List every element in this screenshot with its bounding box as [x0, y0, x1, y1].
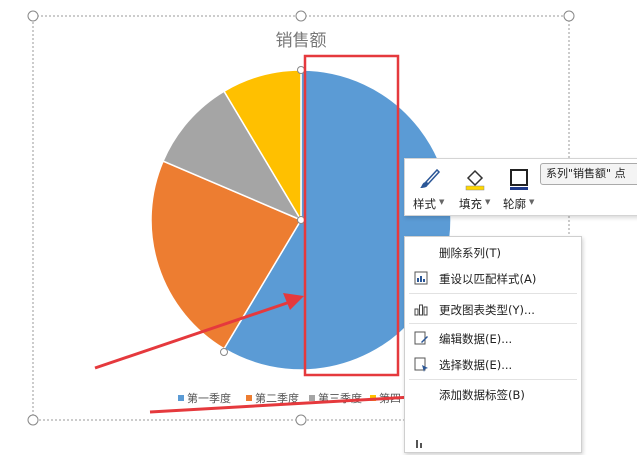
menu-item-label: 重设以匹配样式(A) — [439, 272, 537, 286]
menu-separator — [409, 323, 577, 324]
resize-handle-tm[interactable] — [295, 10, 307, 22]
select-data-icon — [414, 357, 428, 372]
menu-item-label: 更改图表类型(Y)... — [439, 303, 535, 317]
menu-separator — [409, 379, 577, 380]
fill-button[interactable]: 填充 ▼ — [453, 161, 493, 211]
screenshot-stage: 销售额 第一季度第二季度第三季度第四 样式 ▼ — [0, 0, 637, 453]
style-button[interactable]: 样式 ▼ — [407, 161, 447, 211]
chart-icon — [416, 440, 422, 448]
menu-item-edit-data[interactable]: 编辑数据(E)... — [405, 325, 581, 351]
menu-item-change-chart-type[interactable]: 更改图表类型(Y)... — [405, 296, 581, 322]
menu-item-label: 删除系列(T) — [439, 246, 501, 260]
menu-item-reset-style[interactable]: 重设以匹配样式(A) — [405, 265, 581, 291]
menu-item-label: 选择数据(E)... — [439, 358, 513, 372]
chevron-down-icon: ▼ — [485, 198, 491, 206]
resize-handle-bm[interactable] — [295, 414, 307, 426]
edit-data-icon — [414, 331, 428, 345]
outline-label: 轮廓 — [503, 197, 526, 211]
chevron-down-icon: ▼ — [439, 198, 445, 206]
outline-button[interactable]: 轮廓 ▼ — [497, 161, 537, 211]
chart-type-icon — [414, 304, 428, 316]
legend-swatch-2 — [246, 395, 252, 401]
style-label: 样式 — [413, 197, 436, 211]
series-selector-dropdown[interactable]: 系列"销售额" 点 — [540, 163, 637, 185]
resize-handle-tr[interactable] — [563, 10, 575, 22]
point-handle-top[interactable] — [297, 66, 305, 74]
resize-handle-tl[interactable] — [27, 10, 39, 22]
menu-item-label: 编辑数据(E)... — [439, 332, 513, 346]
paintbrush-icon — [420, 168, 441, 188]
legend-label-1[interactable]: 第一季度 — [187, 391, 231, 405]
menu-item-select-data[interactable]: 选择数据(E)... — [405, 351, 581, 377]
shape-outline-icon — [510, 169, 528, 190]
reset-style-icon — [414, 271, 428, 285]
context-menu: 删除系列(T) 重设以匹配样式(A) 更改图表类型(Y)... 编辑数据(E).… — [404, 236, 582, 453]
paint-bucket-icon — [465, 169, 485, 191]
menu-item-label: 添加数据标签(B) — [439, 388, 525, 402]
menu-item-partial[interactable] — [405, 429, 581, 455]
fill-label: 填充 — [459, 197, 482, 211]
point-handle-center[interactable] — [297, 216, 305, 224]
menu-item-delete-series[interactable]: 删除系列(T) — [405, 239, 581, 265]
legend-swatch-3 — [309, 395, 315, 401]
legend-swatch-1 — [178, 395, 184, 401]
resize-handle-bl[interactable] — [27, 414, 39, 426]
chevron-down-icon: ▼ — [529, 198, 535, 206]
menu-item-add-data-labels[interactable]: 添加数据标签(B) — [405, 381, 581, 407]
chart-title[interactable]: 销售额 — [276, 31, 327, 51]
point-handle-bottom[interactable] — [220, 348, 228, 356]
menu-separator — [409, 293, 577, 294]
